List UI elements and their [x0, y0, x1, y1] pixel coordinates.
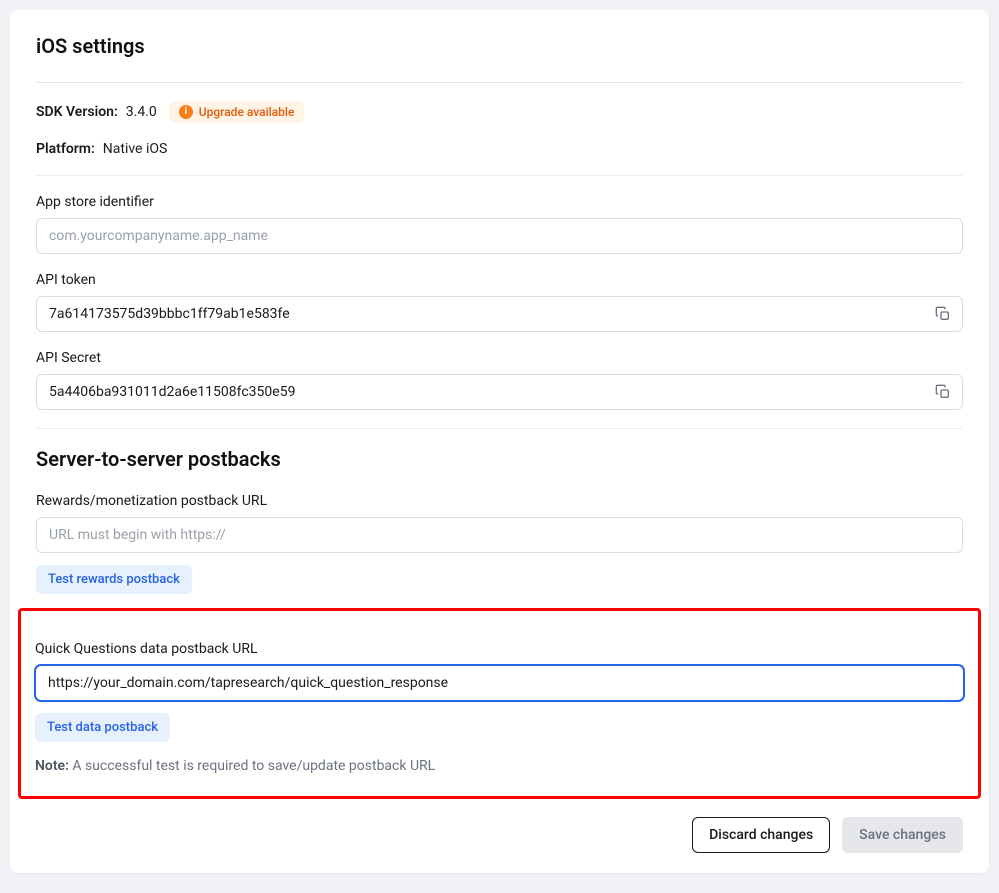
rewards-postback-input[interactable]: [36, 517, 963, 553]
test-data-postback-button[interactable]: Test data postback: [35, 713, 170, 742]
divider: [36, 428, 963, 429]
upgrade-badge[interactable]: i Upgrade available: [169, 101, 305, 123]
platform-row: Platform: Native iOS: [36, 141, 963, 157]
app-store-id-input[interactable]: [36, 218, 963, 254]
api-secret-field: API Secret: [36, 350, 963, 410]
rewards-postback-label: Rewards/monetization postback URL: [36, 493, 963, 509]
copy-icon[interactable]: [935, 384, 951, 400]
platform-value: Native iOS: [103, 141, 168, 157]
divider: [36, 82, 963, 83]
app-store-id-field: App store identifier: [36, 194, 963, 254]
ios-settings-panel: iOS settings SDK Version: 3.4.0 i Upgrad…: [10, 10, 989, 873]
save-changes-button[interactable]: Save changes: [842, 817, 963, 853]
postbacks-section-title: Server-to-server postbacks: [36, 447, 963, 471]
quick-questions-postback-input[interactable]: [35, 665, 964, 701]
api-secret-input[interactable]: [36, 374, 963, 410]
rewards-postback-field: Rewards/monetization postback URL Test r…: [36, 493, 963, 594]
divider: [36, 175, 963, 176]
quick-questions-postback-label: Quick Questions data postback URL: [35, 641, 964, 657]
quick-questions-postback-field: Quick Questions data postback URL Test d…: [35, 641, 964, 742]
upgrade-badge-text: Upgrade available: [199, 105, 295, 119]
app-store-id-label: App store identifier: [36, 194, 963, 210]
postback-note: Note: A successful test is required to s…: [35, 758, 964, 774]
info-icon: i: [179, 105, 193, 119]
copy-icon[interactable]: [935, 306, 951, 322]
sdk-version-label: SDK Version:: [36, 104, 118, 120]
platform-label: Platform:: [36, 141, 95, 157]
action-button-row: Discard changes Save changes: [36, 817, 963, 853]
sdk-version-value: 3.4.0: [126, 104, 157, 120]
api-token-field: API token: [36, 272, 963, 332]
api-token-input[interactable]: [36, 296, 963, 332]
discard-changes-button[interactable]: Discard changes: [692, 817, 830, 853]
note-label: Note:: [35, 758, 69, 774]
test-rewards-postback-button[interactable]: Test rewards postback: [36, 565, 192, 594]
highlight-box: Quick Questions data postback URL Test d…: [18, 608, 981, 799]
api-token-label: API token: [36, 272, 963, 288]
page-title: iOS settings: [36, 34, 963, 58]
api-secret-label: API Secret: [36, 350, 963, 366]
note-body: A successful test is required to save/up…: [72, 758, 435, 774]
sdk-version-row: SDK Version: 3.4.0 i Upgrade available: [36, 101, 963, 123]
